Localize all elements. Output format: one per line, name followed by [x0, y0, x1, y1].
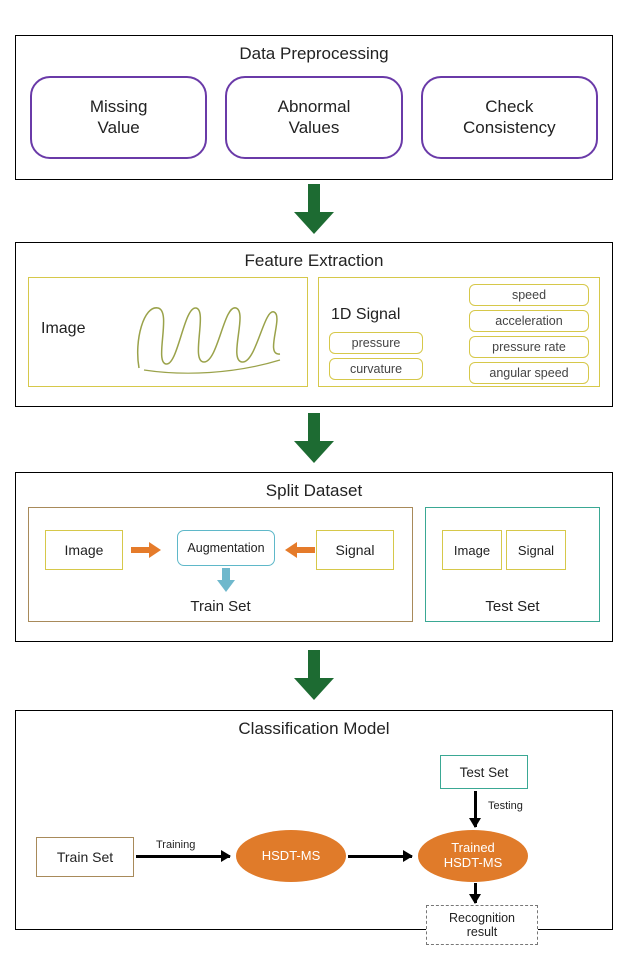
- train-signal-box: Signal: [316, 530, 394, 570]
- chip-angular-speed: angular speed: [469, 362, 589, 384]
- stage-data-preprocessing: Data Preprocessing MissingValue Abnormal…: [15, 35, 613, 180]
- stage-title: Data Preprocessing: [16, 36, 612, 70]
- flow-arrow-icon: [294, 413, 334, 463]
- stage-title: Feature Extraction: [16, 243, 612, 277]
- stage-feature-extraction: Feature Extraction Image 1D Signal press…: [15, 242, 613, 407]
- chip-speed: speed: [469, 284, 589, 306]
- pill-row: MissingValue AbnormalValues CheckConsist…: [16, 70, 612, 159]
- pill-abnormal-values: AbnormalValues: [225, 76, 402, 159]
- test-set-caption: Test Set: [426, 598, 599, 615]
- test-image-box: Image: [442, 530, 502, 570]
- arrow-left-icon: [281, 542, 315, 558]
- pill-missing-value: MissingValue: [30, 76, 207, 159]
- arrow-down-icon: [471, 791, 481, 827]
- test-set-panel: Image Signal Test Set: [425, 507, 600, 622]
- chip-pressure-rate: pressure rate: [469, 336, 589, 358]
- chip-acceleration: acceleration: [469, 310, 589, 332]
- arrow-right-icon: [131, 542, 165, 558]
- trained-hsdt-ms-node: TrainedHSDT-MS: [418, 830, 528, 882]
- arrow-down-icon: [217, 568, 235, 594]
- feature-image-box: Image: [28, 277, 308, 387]
- image-label: Image: [41, 320, 85, 338]
- test-set-node: Test Set: [440, 755, 528, 789]
- chip-pressure: pressure: [329, 332, 423, 354]
- recognition-result-node: Recognitionresult: [426, 905, 538, 945]
- flow-arrow-icon: [294, 650, 334, 700]
- train-set-panel: Image Augmentation Signal Train Set: [28, 507, 413, 622]
- train-image-box: Image: [45, 530, 123, 570]
- arrow-right-icon: [136, 852, 230, 862]
- stage-title: Split Dataset: [16, 473, 612, 507]
- stage-classification-model: Classification Model Train Set Training …: [15, 710, 613, 930]
- flow-arrow-icon: [294, 184, 334, 234]
- train-set-caption: Train Set: [29, 598, 412, 615]
- augmentation-box: Augmentation: [177, 530, 275, 566]
- arrow-down-icon: [471, 883, 481, 903]
- test-signal-box: Signal: [506, 530, 566, 570]
- stage-title: Classification Model: [16, 711, 612, 745]
- chip-curvature: curvature: [329, 358, 423, 380]
- signal-label: 1D Signal: [331, 306, 400, 324]
- handwriting-scribble-icon: [124, 290, 294, 380]
- arrow-right-icon: [348, 852, 412, 862]
- pill-check-consistency: CheckConsistency: [421, 76, 598, 159]
- stage-split-dataset: Split Dataset Image Augmentation Signal …: [15, 472, 613, 642]
- feature-signal-box: 1D Signal pressure curvature speed accel…: [318, 277, 600, 387]
- testing-label: Testing: [488, 800, 523, 812]
- hsdt-ms-node: HSDT-MS: [236, 830, 346, 882]
- train-set-node: Train Set: [36, 837, 134, 877]
- training-label: Training: [156, 839, 195, 851]
